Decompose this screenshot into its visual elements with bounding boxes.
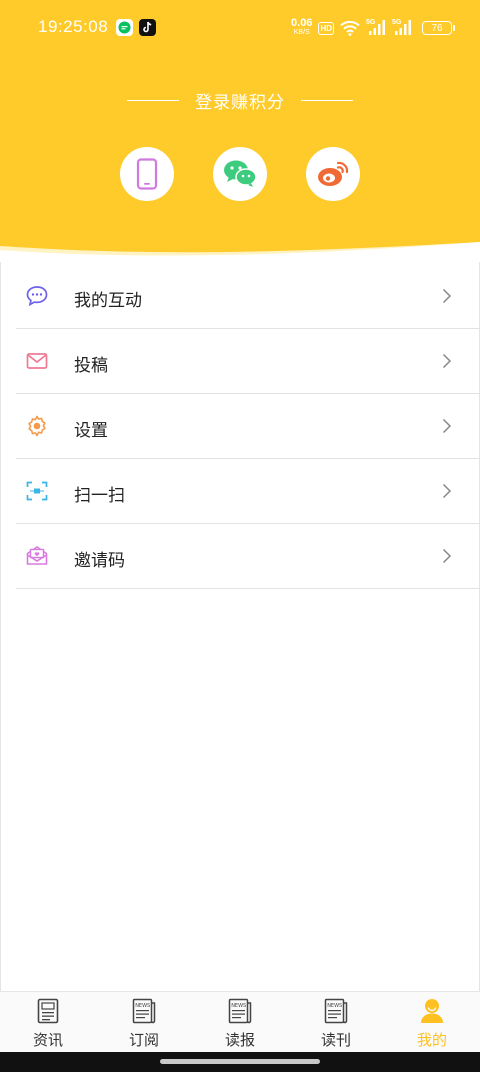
chevron-right-icon <box>442 483 452 499</box>
chevron-right-icon <box>442 548 452 564</box>
weibo-icon <box>318 161 349 186</box>
chat-app-notification-icon <box>116 19 133 36</box>
menu-item-label: 投稿 <box>74 356 108 376</box>
profile-header: 19:25:08 0.06 KB/S HD 5G 5G 76 登录赚积分 <box>0 0 480 262</box>
weibo-login-button[interactable] <box>306 147 360 201</box>
tab-label: 读报 <box>224 1031 255 1049</box>
menu-item-label: 扫一扫 <box>74 486 125 506</box>
menu-item-settings[interactable]: 设置 <box>16 394 480 459</box>
tab-label: 订阅 <box>128 1031 159 1049</box>
tab-news[interactable]: 资讯 <box>0 992 96 1052</box>
wechat-icon <box>224 160 257 187</box>
wifi-icon <box>340 20 360 36</box>
phone-icon <box>136 158 158 190</box>
menu-item-submission[interactable]: 投稿 <box>16 329 480 394</box>
profile-menu: 我的互动 投稿 设置 扫一扫 邀请码 <box>16 264 480 589</box>
newspaper-icon: NEWS <box>132 998 156 1024</box>
status-indicators: 0.06 KB/S HD 5G 5G 76 <box>291 16 455 40</box>
envelope-icon <box>26 353 48 369</box>
tab-me[interactable]: 我的 <box>384 992 480 1052</box>
header-wave-decoration <box>0 242 480 266</box>
tab-label: 资讯 <box>32 1031 63 1049</box>
scan-icon <box>26 481 48 501</box>
wechat-login-button[interactable] <box>213 147 267 201</box>
status-bar: 19:25:08 0.06 KB/S HD 5G 5G 76 <box>0 0 480 56</box>
menu-item-label: 我的互动 <box>74 291 142 311</box>
person-icon <box>421 999 443 1023</box>
hd-voice-badge: HD <box>318 21 334 35</box>
menu-item-scan[interactable]: 扫一扫 <box>16 459 480 524</box>
divider-line <box>301 100 353 101</box>
cell-signal-2-icon: 5G <box>392 19 412 37</box>
chat-bubble-icon <box>26 286 48 307</box>
network-speed-unit: KB/S <box>293 29 310 36</box>
newspaper-icon: NEWS <box>324 998 348 1024</box>
tab-read-magazine[interactable]: NEWS 读刊 <box>288 992 384 1052</box>
svg-text:NEWS: NEWS <box>327 1003 342 1009</box>
left-edge <box>0 262 1 1052</box>
divider-line <box>127 100 179 101</box>
network-speed-value: 0.06 <box>291 17 313 29</box>
tab-subscribe[interactable]: NEWS 订阅 <box>96 992 192 1052</box>
tiktok-notification-icon <box>139 19 156 36</box>
menu-item-invite-code[interactable]: 邀请码 <box>16 524 480 589</box>
tab-read-paper[interactable]: NEWS 读报 <box>192 992 288 1052</box>
network-speed: 0.06 KB/S <box>291 17 313 37</box>
tab-label: 读刊 <box>320 1031 351 1049</box>
phone-login-button[interactable] <box>120 147 174 201</box>
cell-signal-1-icon: 5G <box>366 19 386 37</box>
chevron-right-icon <box>442 288 452 304</box>
menu-item-label: 邀请码 <box>74 551 125 571</box>
battery-indicator: 76 <box>422 21 455 35</box>
svg-text:NEWS: NEWS <box>135 1003 150 1009</box>
newspaper-icon: NEWS <box>228 998 252 1024</box>
invite-mail-icon <box>26 546 48 565</box>
home-gesture-handle[interactable] <box>160 1059 320 1064</box>
menu-item-label: 设置 <box>74 421 108 441</box>
bottom-tab-bar: 资讯 NEWS 订阅 NEWS 读报 NEWS 读刊 我的 <box>0 991 480 1052</box>
gear-icon <box>28 415 46 437</box>
chevron-right-icon <box>442 353 452 369</box>
document-icon <box>37 998 59 1024</box>
login-title: 登录赚积分 <box>195 93 285 113</box>
svg-text:NEWS: NEWS <box>231 1003 246 1009</box>
chevron-right-icon <box>442 418 452 434</box>
status-time: 19:25:08 <box>38 17 109 36</box>
tab-label: 我的 <box>416 1031 447 1049</box>
login-title-row: 登录赚积分 <box>0 88 480 113</box>
menu-item-interactions[interactable]: 我的互动 <box>16 264 480 329</box>
system-navigation-bar <box>0 1052 480 1072</box>
